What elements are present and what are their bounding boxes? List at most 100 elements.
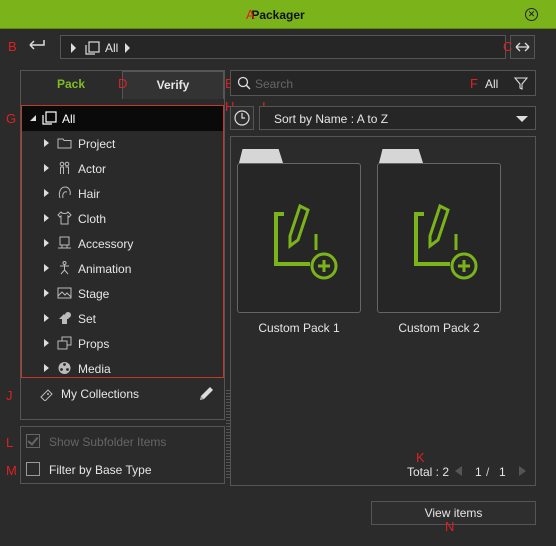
- tree-item-media[interactable]: Media: [22, 356, 223, 377]
- folder-tab: [239, 149, 283, 163]
- tree-item-label: Set: [78, 312, 97, 326]
- path-current[interactable]: All: [105, 41, 118, 55]
- marker-f: F: [470, 76, 478, 91]
- page-separator: /: [486, 465, 490, 479]
- tree-item-accessory[interactable]: Accessory: [22, 231, 223, 256]
- expand-arrow-icon[interactable]: [44, 139, 49, 147]
- back-arrow-icon: [29, 40, 45, 50]
- prev-page-icon[interactable]: [455, 466, 462, 476]
- items-grid: Custom Pack 1 Custom Pack 2: [230, 136, 536, 486]
- tab-pack[interactable]: Pack: [21, 71, 121, 97]
- options-panel: Show Subfolder Items Filter by Base Type: [20, 426, 225, 484]
- pack-item[interactable]: Custom Pack 2: [377, 137, 501, 335]
- tree-item-animation[interactable]: Animation: [22, 256, 223, 281]
- folder-icon: [57, 138, 72, 149]
- current-page[interactable]: 1: [475, 465, 482, 479]
- swap-button[interactable]: [510, 35, 535, 59]
- tree-item-label: Props: [78, 337, 110, 351]
- total-pages: 1: [499, 465, 506, 479]
- tree-item-actor[interactable]: Actor: [22, 156, 223, 181]
- show-subfolder-checkbox[interactable]: [26, 434, 40, 448]
- expand-arrow-icon[interactable]: [44, 189, 49, 197]
- recent-button[interactable]: [230, 106, 254, 130]
- expand-arrow-icon[interactable]: [44, 239, 49, 247]
- accessory-icon: [58, 236, 71, 249]
- tree-item-label: Project: [78, 137, 116, 151]
- close-icon[interactable]: ✕: [525, 8, 538, 21]
- marker-m: M: [6, 463, 17, 478]
- marker-j: J: [6, 388, 13, 403]
- marker-k: K: [416, 450, 425, 465]
- marker-b: B: [8, 39, 17, 54]
- expand-arrow-icon[interactable]: [30, 115, 36, 121]
- sort-selected: Sort by Name : A to Z: [274, 112, 389, 126]
- back-button[interactable]: [22, 34, 50, 56]
- pack-thumbnail[interactable]: [237, 163, 361, 313]
- search-bar[interactable]: Search All: [230, 70, 536, 96]
- expand-arrow-icon[interactable]: [44, 339, 49, 347]
- expand-arrow-icon[interactable]: [44, 314, 49, 322]
- chevron-right-icon[interactable]: [71, 43, 76, 53]
- tree-item-label: Actor: [78, 162, 107, 176]
- expand-arrow-icon[interactable]: [44, 289, 49, 297]
- swap-arrows-icon: [515, 42, 530, 52]
- tree-item-hair[interactable]: Hair: [22, 181, 223, 206]
- props-icon: [57, 336, 72, 350]
- tree-item-label: Accessory: [78, 237, 134, 251]
- show-subfolder-label: Show Subfolder Items: [49, 435, 167, 449]
- pack-item-label: Custom Pack 1: [258, 321, 340, 335]
- new-pack-icon: [274, 203, 338, 280]
- tree-item-label: Cloth: [78, 212, 107, 226]
- tree-item-all[interactable]: All: [22, 106, 223, 131]
- tree-item-label: Animation: [78, 262, 132, 276]
- collection-icon: [40, 389, 53, 401]
- edit-pencil-icon[interactable]: [197, 385, 215, 403]
- my-collections-item[interactable]: My Collections: [21, 384, 224, 404]
- pack-item-label: Custom Pack 2: [398, 321, 480, 335]
- marker-d: D: [118, 76, 128, 91]
- actor-icon: [59, 161, 70, 174]
- pack-thumbnail[interactable]: [377, 163, 501, 313]
- search-filter-value[interactable]: All: [485, 77, 498, 91]
- filter-icon[interactable]: [513, 76, 529, 91]
- tree-item-set[interactable]: Set: [22, 306, 223, 331]
- search-input[interactable]: Search: [255, 77, 293, 91]
- chevron-down-icon: [516, 116, 528, 122]
- tree-item-stage[interactable]: Stage: [22, 281, 223, 306]
- tree-item-cloth[interactable]: Cloth: [22, 206, 223, 231]
- pack-item[interactable]: Custom Pack 1: [237, 137, 361, 335]
- tree-item-label: Stage: [78, 287, 110, 301]
- cloth-icon: [57, 211, 72, 225]
- expand-arrow-icon[interactable]: [44, 264, 49, 272]
- marker-c: C: [503, 39, 513, 54]
- chevron-right-icon[interactable]: [125, 43, 130, 53]
- marker-a: A: [246, 7, 255, 22]
- title-bar: Packager ✕: [0, 0, 556, 29]
- tree-item-label: Media: [78, 362, 111, 376]
- category-tree[interactable]: All Project Actor Hair Cloth Accessory A…: [21, 105, 224, 378]
- path-breadcrumb[interactable]: All: [60, 35, 506, 59]
- window-title: Packager: [251, 8, 305, 22]
- folder-tab: [379, 149, 423, 163]
- expand-arrow-icon[interactable]: [44, 164, 49, 172]
- clock-icon: [234, 110, 250, 126]
- stage-icon: [57, 287, 72, 299]
- marker-g: G: [6, 111, 17, 126]
- filter-base-type-checkbox[interactable]: [26, 462, 40, 476]
- next-page-icon[interactable]: [519, 466, 526, 476]
- tree-item-project[interactable]: Project: [22, 131, 223, 156]
- tree-item-props[interactable]: Props: [22, 331, 223, 356]
- sort-dropdown[interactable]: Sort by Name : A to Z: [259, 106, 536, 130]
- search-icon: [237, 76, 251, 90]
- expand-arrow-icon[interactable]: [44, 214, 49, 222]
- expand-arrow-icon[interactable]: [44, 364, 49, 372]
- tree-item-label: Hair: [78, 187, 101, 201]
- tab-verify[interactable]: Verify: [122, 71, 224, 99]
- new-pack-icon: [414, 203, 478, 280]
- library-icon: [42, 111, 57, 125]
- marker-l: L: [6, 435, 14, 450]
- filter-base-type-label: Filter by Base Type: [49, 463, 152, 477]
- library-icon: [85, 41, 100, 55]
- hair-icon: [58, 186, 71, 199]
- set-icon: [59, 312, 71, 324]
